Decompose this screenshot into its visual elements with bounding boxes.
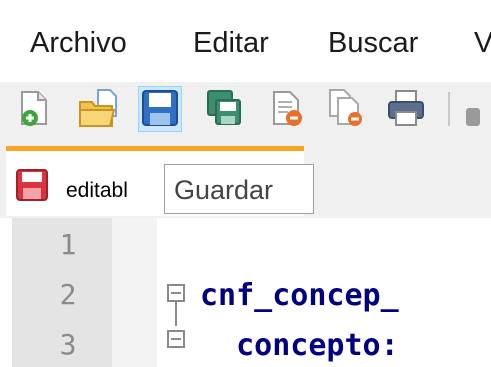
save-all-icon[interactable]: [204, 88, 244, 128]
line-number: 1: [59, 228, 77, 261]
fold-line: [175, 302, 177, 326]
save-tooltip: Guardar: [164, 164, 314, 214]
menu-ver[interactable]: V: [474, 27, 491, 60]
fold-margin: [112, 218, 157, 367]
save-icon[interactable]: [140, 88, 180, 128]
line-number: 3: [59, 328, 77, 361]
print-icon[interactable]: [386, 88, 426, 128]
code-line: concepto:: [200, 328, 399, 363]
open-folder-icon[interactable]: [78, 88, 118, 128]
unsaved-file-icon: [16, 169, 48, 201]
toolbar-overflow-icon[interactable]: [466, 108, 480, 126]
fold-toggle-icon[interactable]: [167, 330, 185, 348]
menu-buscar[interactable]: Buscar: [328, 27, 418, 60]
fold-toggle-icon[interactable]: [167, 284, 185, 302]
menu-editar[interactable]: Editar: [193, 27, 269, 60]
line-number: 2: [59, 278, 77, 311]
toolbar-separator: [448, 92, 450, 126]
code-line: cnf_concep_: [200, 278, 399, 313]
new-file-icon[interactable]: [14, 88, 54, 128]
menu-bar: Archivo Editar Buscar V: [0, 0, 491, 82]
editor[interactable]: 1 2 3 cnf_concep_ concepto:: [0, 218, 491, 367]
close-all-icon[interactable]: [326, 88, 366, 128]
close-file-icon[interactable]: [266, 88, 306, 128]
tab-label: editabl: [66, 179, 128, 202]
menu-archivo[interactable]: Archivo: [30, 27, 127, 60]
